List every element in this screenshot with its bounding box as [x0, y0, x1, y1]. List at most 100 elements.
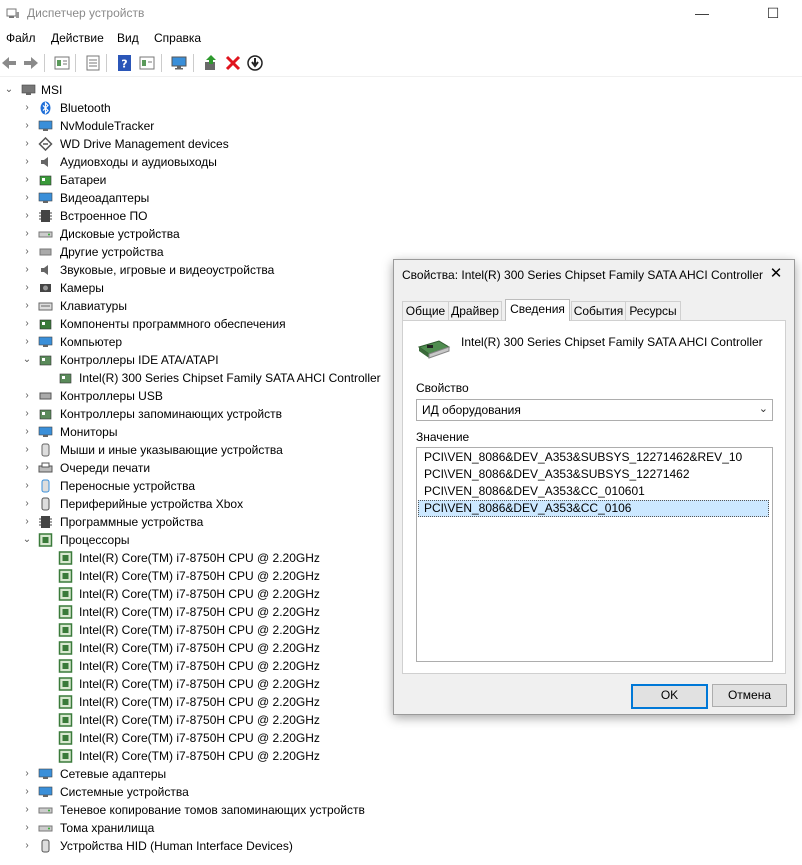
tree-category[interactable]: › Системные устройства [0, 783, 400, 801]
help-icon[interactable]: ? [116, 54, 134, 72]
tab-details[interactable]: Сведения [505, 299, 570, 321]
minimize-button[interactable]: — [684, 2, 720, 24]
tree-device[interactable]: Intel(R) Core(TM) i7-8750H CPU @ 2.20GHz [0, 549, 400, 567]
chevron-right-icon[interactable]: › [22, 243, 32, 261]
chevron-right-icon[interactable]: › [22, 135, 32, 153]
tree-category[interactable]: › Мониторы [0, 423, 400, 441]
tree-category[interactable]: › Звуковые, игровые и видеоустройства [0, 261, 400, 279]
tree-category[interactable]: › Контроллеры USB [0, 387, 400, 405]
value-item[interactable]: PCI\VEN_8086&DEV_A353&SUBSYS_12271462&RE… [418, 449, 769, 466]
tree-category[interactable]: › Контроллеры запоминающих устройств [0, 405, 400, 423]
tree-device[interactable]: Intel(R) Core(TM) i7-8750H CPU @ 2.20GHz [0, 639, 400, 657]
tree-category[interactable]: › Компоненты программного обеспечения [0, 315, 400, 333]
tree-category[interactable]: › Сетевые адаптеры [0, 765, 400, 783]
chevron-right-icon[interactable]: › [22, 333, 32, 351]
tree-category[interactable]: ⌄ Процессоры [0, 531, 400, 549]
tab-general[interactable]: Общие [402, 301, 449, 320]
tree-category[interactable]: › Мыши и иные указывающие устройства [0, 441, 400, 459]
cancel-button[interactable]: Отмена [712, 684, 787, 707]
tree-category[interactable]: › Аудиовходы и аудиовыходы [0, 153, 400, 171]
tree-device[interactable]: Intel(R) Core(TM) i7-8750H CPU @ 2.20GHz [0, 711, 400, 729]
back-icon[interactable] [0, 54, 18, 72]
menu-help[interactable]: Справка [154, 31, 201, 45]
tree-device[interactable]: Intel(R) Core(TM) i7-8750H CPU @ 2.20GHz [0, 729, 400, 747]
chevron-right-icon[interactable]: › [22, 261, 32, 279]
chevron-right-icon[interactable]: › [22, 819, 32, 837]
tree-category[interactable]: › Камеры [0, 279, 400, 297]
value-item-selected[interactable]: PCI\VEN_8086&DEV_A353&CC_0106 [418, 500, 769, 517]
tree-category[interactable]: › Видеоадаптеры [0, 189, 400, 207]
menu-view[interactable]: Вид [117, 31, 139, 45]
tree-device[interactable]: Intel(R) Core(TM) i7-8750H CPU @ 2.20GHz [0, 567, 400, 585]
tree-category[interactable]: › Программные устройства [0, 513, 400, 531]
tree-category[interactable]: › WD Drive Management devices [0, 135, 400, 153]
chevron-right-icon[interactable]: › [22, 99, 32, 117]
tree-category[interactable]: › Дисковые устройства [0, 225, 400, 243]
value-list[interactable]: PCI\VEN_8086&DEV_A353&SUBSYS_12271462&RE… [416, 447, 773, 662]
tree-device[interactable]: Intel(R) 300 Series Chipset Family SATA … [0, 369, 400, 387]
tree-category[interactable]: › Устройства HID (Human Interface Devices… [0, 837, 400, 855]
chevron-right-icon[interactable]: › [22, 171, 32, 189]
tree-category[interactable]: › Теневое копирование томов запоминающих … [0, 801, 400, 819]
tab-resources[interactable]: Ресурсы [625, 301, 681, 320]
chevron-right-icon[interactable]: › [22, 441, 32, 459]
chevron-down-icon[interactable]: ⌄ [4, 81, 14, 99]
chevron-right-icon[interactable]: › [22, 765, 32, 783]
chevron-right-icon[interactable]: › [22, 279, 32, 297]
chevron-right-icon[interactable]: › [22, 423, 32, 441]
value-item[interactable]: PCI\VEN_8086&DEV_A353&SUBSYS_12271462 [418, 466, 769, 483]
maximize-button[interactable]: ☐ [755, 2, 791, 24]
tree-category[interactable]: › Тома хранилища [0, 819, 400, 837]
chevron-right-icon[interactable]: › [22, 783, 32, 801]
tree-category[interactable]: › Клавиатуры [0, 297, 400, 315]
tab-driver[interactable]: Драйвер [448, 301, 502, 320]
menu-action[interactable]: Действие [51, 31, 104, 45]
chevron-right-icon[interactable]: › [22, 207, 32, 225]
tree-device[interactable]: Intel(R) Core(TM) i7-8750H CPU @ 2.20GHz [0, 603, 400, 621]
chevron-right-icon[interactable]: › [22, 837, 32, 855]
chevron-right-icon[interactable]: › [22, 153, 32, 171]
chevron-right-icon[interactable]: › [22, 189, 32, 207]
update-driver-icon[interactable] [202, 54, 220, 72]
tree-category[interactable]: › Bluetooth [0, 99, 400, 117]
uninstall-icon[interactable] [224, 54, 242, 72]
chevron-right-icon[interactable]: › [22, 117, 32, 135]
chevron-right-icon[interactable]: › [22, 297, 32, 315]
panel-icon[interactable] [138, 54, 156, 72]
chevron-right-icon[interactable]: › [22, 387, 32, 405]
tree-category[interactable]: ⌄ Контроллеры IDE ATA/ATAPI [0, 351, 400, 369]
menu-file[interactable]: Файл [6, 31, 36, 45]
forward-icon[interactable] [22, 54, 40, 72]
close-icon[interactable]: ✕ [764, 264, 788, 284]
chevron-right-icon[interactable]: › [22, 459, 32, 477]
monitor-icon[interactable] [170, 54, 188, 72]
tree-category[interactable]: › Другие устройства [0, 243, 400, 261]
download-icon[interactable] [246, 54, 264, 72]
property-dropdown[interactable]: ИД оборудования ⌄ [416, 399, 773, 421]
chevron-right-icon[interactable]: › [22, 477, 32, 495]
tree-device[interactable]: Intel(R) Core(TM) i7-8750H CPU @ 2.20GHz [0, 657, 400, 675]
tree-device[interactable]: Intel(R) Core(TM) i7-8750H CPU @ 2.20GHz [0, 747, 400, 765]
tree-category[interactable]: › NvModuleTracker [0, 117, 400, 135]
chevron-right-icon[interactable]: › [22, 315, 32, 333]
properties-icon[interactable] [53, 54, 71, 72]
chevron-right-icon[interactable]: › [22, 513, 32, 531]
tree-device[interactable]: Intel(R) Core(TM) i7-8750H CPU @ 2.20GHz [0, 585, 400, 603]
tree-category[interactable]: › Очереди печати [0, 459, 400, 477]
chevron-down-icon[interactable]: ⌄ [22, 351, 32, 369]
chevron-right-icon[interactable]: › [22, 405, 32, 423]
chevron-right-icon[interactable]: › [22, 225, 32, 243]
view-icon[interactable] [84, 54, 102, 72]
chevron-right-icon[interactable]: › [22, 801, 32, 819]
chevron-right-icon[interactable]: › [22, 495, 32, 513]
tree-device[interactable]: Intel(R) Core(TM) i7-8750H CPU @ 2.20GHz [0, 621, 400, 639]
tree-device[interactable]: Intel(R) Core(TM) i7-8750H CPU @ 2.20GHz [0, 675, 400, 693]
tree-device[interactable]: Intel(R) Core(TM) i7-8750H CPU @ 2.20GHz [0, 693, 400, 711]
tab-events[interactable]: События [571, 301, 626, 320]
tree-category[interactable]: › Периферийные устройства Xbox [0, 495, 400, 513]
tree-category[interactable]: › Переносные устройства [0, 477, 400, 495]
tree-category[interactable]: › Батареи [0, 171, 400, 189]
tree-category[interactable]: › Встроенное ПО [0, 207, 400, 225]
tree-root[interactable]: ⌄ MSI [0, 81, 400, 99]
tree-category[interactable]: › Компьютер [0, 333, 400, 351]
